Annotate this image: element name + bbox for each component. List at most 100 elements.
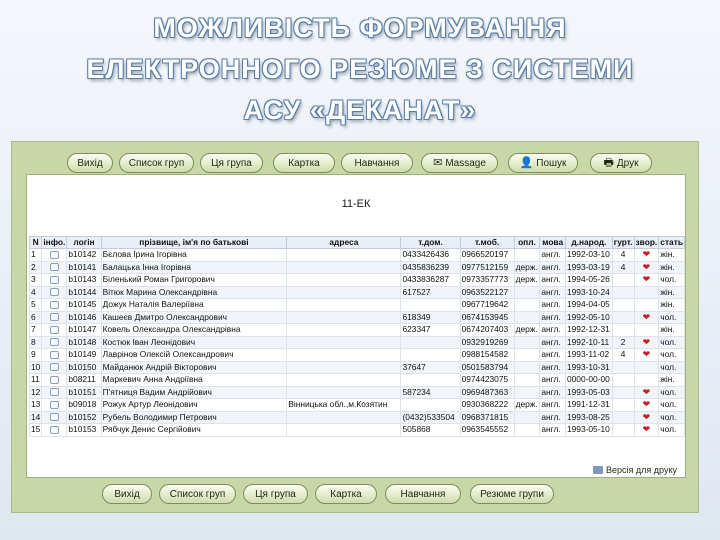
table-row[interactable]: 3 b10143 Біленький Роман Григорович 0433836… [28,273,685,287]
cell-info-icon[interactable] [41,360,68,374]
exit-button[interactable]: Вихід [67,153,113,173]
bottom-study-button[interactable]: Навчання [385,484,461,504]
group-panel: 11-ЕК N інфо. логін прізвище, ім'я по ба… [26,174,686,478]
cell-info-icon[interactable] [41,323,68,337]
column-header[interactable]: інфо. [41,236,68,249]
table-row[interactable]: 13 b09018 Рожук Артур Леонідович Вінницька … [28,398,685,412]
info-icon[interactable] [49,263,59,272]
cell-info-icon[interactable] [41,248,68,262]
table-row[interactable]: 9 b10149 Лаврінов Олексій Олександрович 098… [28,348,685,362]
table-row[interactable]: 4 b10144 Вітюк Марина Олександрівна 617527 0… [28,285,685,299]
info-icon[interactable] [49,363,59,372]
cell-dormitory [611,385,635,399]
column-header[interactable]: N [28,236,43,249]
cell-payment: держ. [513,398,541,412]
column-header[interactable]: т.дом. [400,236,461,249]
column-header[interactable]: стать [658,236,685,249]
cell-info-icon[interactable] [41,385,68,399]
column-header[interactable]: т.моб. [459,236,515,249]
column-header[interactable]: гурт. [611,236,635,249]
cell-info-icon[interactable] [41,298,68,312]
cell-language: англ. [539,260,566,274]
cell-info-icon[interactable] [41,273,68,287]
bottom-groups-list-button[interactable]: Список груп [159,484,236,504]
cell-full-name: Рябчук Денис Сергійович [100,423,288,437]
column-header[interactable]: звор. [633,236,660,249]
cell-info-icon[interactable] [41,285,68,299]
feedback-heart-icon: ❤ [633,410,660,424]
table-row[interactable]: 15 b10153 Рябчук Денис Сергійович 505868 096… [28,423,685,437]
cell-row-number: 11 [28,373,43,387]
column-header[interactable]: мова [539,236,566,249]
bottom-exit-button[interactable]: Вихід [102,484,152,504]
table-row[interactable]: 7 b10147 Ковель Олександра Олександрівна 62… [28,323,685,337]
table-row[interactable]: 8 b10148 Костюк Іван Леонідович 0932919269 а… [28,335,685,349]
info-icon[interactable] [49,325,59,334]
cell-info-icon[interactable] [41,348,68,362]
table-row[interactable]: 2 b10141 Балацька Інна Ігорівна 0435836239 0… [28,260,685,274]
bottom-this-group-button[interactable]: Ця група [243,484,308,504]
cell-info-icon[interactable] [41,398,68,412]
cell-mobile-phone: 0966520197 [459,248,515,262]
cell-login: b10144 [66,285,102,299]
feedback-heart-icon: ❤ [633,273,660,287]
study-button[interactable]: Навчання [341,153,413,173]
cell-dormitory: 2 [611,335,635,349]
info-icon[interactable] [49,350,59,359]
cell-gender: чол. [658,410,685,424]
bottom-card-button[interactable]: Картка [315,484,377,504]
info-icon[interactable] [49,250,59,259]
column-header[interactable]: адреса [286,236,402,249]
cell-dormitory [611,285,635,299]
print-button[interactable]: 🖶 Друк [590,153,652,173]
table-row[interactable]: 14 b10152 Рубель Володимир Петрович (0432)5… [28,410,685,424]
cell-info-icon[interactable] [41,373,68,387]
info-icon[interactable] [49,338,59,347]
info-icon[interactable] [49,425,59,434]
cell-payment [513,385,541,399]
cell-mobile-phone: 0932919269 [459,335,515,349]
print-version-link[interactable]: Версія для друку [593,465,677,475]
column-header[interactable]: прізвище, ім'я по батькові [100,236,288,249]
cell-language: англ. [539,248,566,262]
cell-full-name: Вітюк Марина Олександрівна [100,285,288,299]
feedback-heart-icon: ❤ [633,248,660,262]
info-icon[interactable] [49,313,59,322]
table-row[interactable]: 11 b08211 Маркевич Анна Андріївна 097442307… [28,373,685,387]
column-header[interactable]: опл. [513,236,541,249]
cell-info-icon[interactable] [41,410,68,424]
cell-info-icon[interactable] [41,423,68,437]
cell-info-icon[interactable] [41,310,68,324]
column-header[interactable]: логін [66,236,102,249]
message-button[interactable]: ✉ Massage [421,153,498,173]
cell-row-number: 2 [28,260,43,274]
exit-button-label: Вихід [77,157,103,169]
cell-birth-date: 1992-05-10 [564,310,613,324]
cell-info-icon[interactable] [41,335,68,349]
table-row[interactable]: 10 b10150 Майданюк Андрій Вікторович 37647 0… [28,360,685,374]
card-button[interactable]: Картка [273,153,335,173]
cell-info-icon[interactable] [41,260,68,274]
cell-full-name: Ковель Олександра Олександрівна [100,323,288,337]
table-row[interactable]: 12 b10151 П'ятниця Вадим Андрійович 587234 0… [28,385,685,399]
table-row[interactable]: 6 b10146 Кашеєв Дмитро Олександрович 618349… [28,310,685,324]
this-group-button[interactable]: Ця група [200,153,263,173]
print-button-label: Друк [616,157,639,169]
info-icon[interactable] [49,275,59,284]
info-icon[interactable] [49,300,59,309]
column-header[interactable]: д.народ. [564,236,613,249]
info-icon[interactable] [49,388,59,397]
info-icon[interactable] [49,400,59,409]
info-icon[interactable] [49,413,59,422]
resume-groups-button[interactable]: Резюме групи [470,484,554,504]
search-button[interactable]: 👤 Пошук [508,153,578,173]
cell-full-name: Маркевич Анна Андріївна [100,373,288,387]
info-icon[interactable] [49,288,59,297]
table-row[interactable]: 1 b10142 Бєлова Ірина Ігорівна 0433426436 09… [28,248,685,262]
cell-home-phone [400,348,461,362]
cell-birth-date: 1994-05-26 [564,273,613,287]
groups-list-button[interactable]: Список груп [119,153,194,173]
info-icon[interactable] [49,375,59,384]
table-row[interactable]: 5 b10145 Дожук Наталія Валеріївна 096771964… [28,298,685,312]
cell-language: англ. [539,423,566,437]
